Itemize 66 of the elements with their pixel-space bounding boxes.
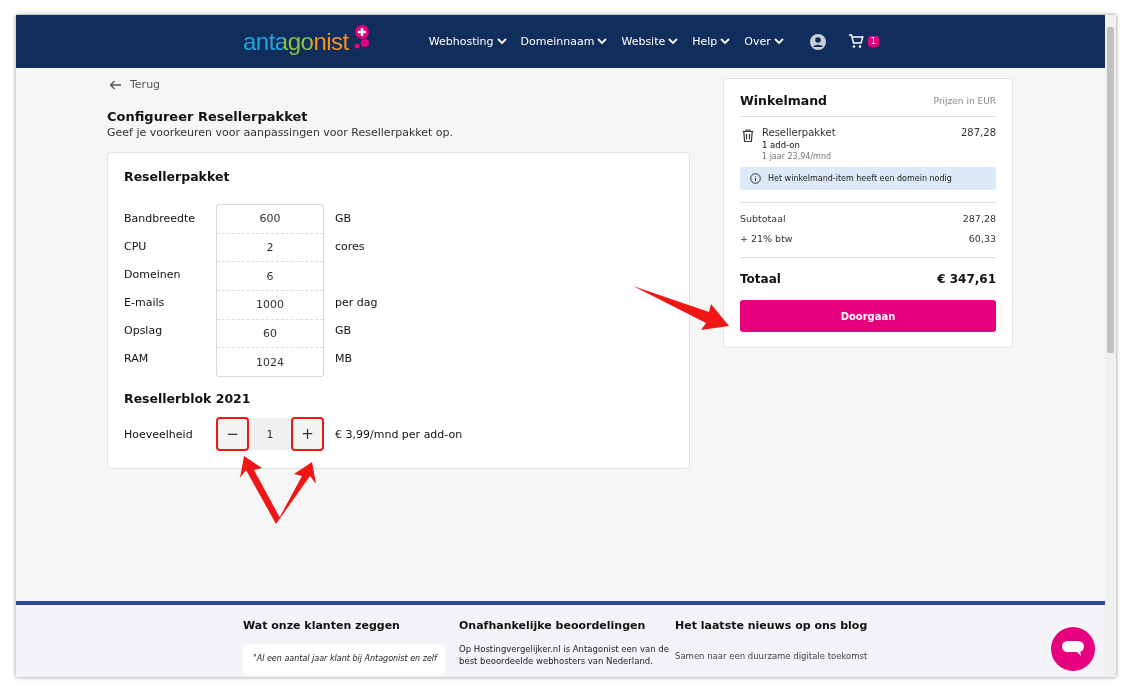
- currency-note: Prijzen in EUR: [933, 95, 996, 106]
- footer-heading: Wat onze klanten zeggen: [243, 619, 401, 632]
- continue-button[interactable]: Doorgaan: [740, 300, 996, 332]
- cart-count-badge: 1: [867, 36, 879, 47]
- info-icon: [750, 173, 761, 184]
- spec-label: Domeinen: [124, 267, 181, 281]
- chat-bubble-icon: [1062, 641, 1084, 657]
- page-title: Configureer Resellerpakket: [107, 109, 309, 124]
- spec-label: Opslag: [124, 323, 163, 337]
- shopping-cart-icon[interactable]: [847, 34, 864, 49]
- user-account-icon[interactable]: [809, 33, 826, 50]
- spec-value: 1024: [256, 355, 284, 369]
- spec-value: 2: [266, 241, 274, 255]
- addon-price: € 3,99/mnd per add-on: [335, 427, 463, 441]
- trash-icon[interactable]: [742, 129, 754, 142]
- spec-value: 60: [263, 327, 277, 341]
- chevron-down-icon: [773, 38, 784, 45]
- spec-value: 1000: [256, 298, 284, 312]
- cart-title: Winkelmand: [740, 93, 828, 108]
- footer-heading: Onafhankelijke beoordelingen: [459, 619, 647, 632]
- chat-button[interactable]: [1051, 627, 1095, 671]
- spec-unit: cores: [335, 239, 365, 253]
- nav-menu-item[interactable]: Domeinnaam: [520, 35, 608, 48]
- spec-value: 6: [266, 269, 274, 283]
- spec-unit: GB: [335, 211, 352, 225]
- summary-label: + 21% btw: [740, 233, 793, 244]
- chevron-down-icon: [720, 38, 731, 45]
- back-link[interactable]: Terug: [109, 78, 690, 91]
- spec-label: Bandbreedte: [124, 211, 196, 225]
- chevron-down-icon: [597, 38, 608, 45]
- summary-value: 60,33: [968, 233, 996, 244]
- scrollbar[interactable]: [1105, 15, 1116, 677]
- spec-value: 600: [259, 212, 281, 226]
- nav-menu-item[interactable]: Help: [692, 35, 731, 48]
- spec-unit: per dag: [335, 295, 378, 309]
- total-value: € 347,61: [937, 272, 996, 286]
- testimonial-text: "Al een aantal jaar klant bij Antagonist en zelf: [253, 654, 437, 663]
- cart-item-name: Resellerpakket: [762, 127, 837, 138]
- chevron-down-icon: [496, 38, 507, 45]
- nav-menu-item[interactable]: Over: [744, 35, 784, 48]
- spec-unit: MB: [335, 351, 353, 365]
- footer-heading: Het laatste nieuws op ons blog: [675, 619, 869, 632]
- section-heading: Resellerpakket: [124, 169, 231, 184]
- total-label: Totaal: [740, 272, 781, 286]
- chevron-down-icon: [668, 38, 679, 45]
- decrease-button[interactable]: −: [216, 417, 249, 452]
- summary-value: 287,28: [962, 213, 996, 224]
- nav-menu-item[interactable]: Webhosting: [428, 35, 507, 48]
- cart-item-price: 287,28: [961, 127, 996, 138]
- page-subtitle: Geef je voorkeuren voor aanpassingen voor Resellerpakket op.: [107, 126, 454, 139]
- spec-label: RAM: [124, 351, 149, 365]
- summary-label: Subtotaal: [740, 213, 786, 224]
- spec-label: E-mails: [124, 295, 165, 309]
- cart-item-addons: 1 add-on: [762, 140, 801, 150]
- spec-unit: GB: [335, 323, 352, 337]
- arrow-left-icon: [109, 79, 122, 90]
- nav-menu-item[interactable]: Website: [621, 35, 679, 48]
- footer-text: Op Hostingvergelijker.nl is Antagonist een van de best beoordeelde webhosters van Nederland.: [459, 644, 670, 668]
- blog-link[interactable]: Samen naar een duurzame digitale toekomst: [675, 651, 868, 661]
- increase-button[interactable]: +: [291, 417, 324, 452]
- quantity-field[interactable]: 1: [249, 427, 291, 441]
- cart-item-term: 1 jaar 23,94/mnd: [762, 152, 833, 161]
- quantity-label: Hoeveelheid: [124, 427, 194, 441]
- spec-label: CPU: [124, 239, 147, 253]
- notice-text: Het winkelmand-item heeft een domein nodig: [768, 174, 952, 183]
- section-heading: Resellerblok 2021: [124, 391, 252, 407]
